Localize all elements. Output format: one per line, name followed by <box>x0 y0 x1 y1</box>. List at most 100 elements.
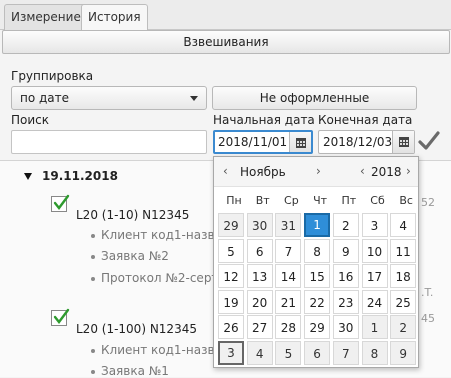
record-checkbox[interactable] <box>51 308 70 326</box>
record-title[interactable]: L20 (1-100) N12345 <box>76 322 197 336</box>
next-month-icon[interactable]: › <box>316 164 321 178</box>
weekday-header: Пн Вт Ср Чт Пт Сб Вс <box>217 191 417 211</box>
weekday-label: Сб <box>370 194 385 207</box>
calendar-day[interactable]: 20 <box>246 289 273 314</box>
grouping-label: Группировка <box>11 69 94 83</box>
chevron-down-icon <box>190 96 198 101</box>
weekday-label: Чт <box>313 194 328 207</box>
bullet-icon <box>91 276 95 281</box>
grouping-select[interactable]: по дате <box>11 86 207 110</box>
date-picker-header: ‹ Ноябрь › ‹ 2018 › <box>214 157 418 187</box>
calendar-day[interactable]: 10 <box>361 238 388 263</box>
calendar-day[interactable]: 30 <box>246 213 273 237</box>
apply-check-icon[interactable] <box>418 131 440 151</box>
calendar-day[interactable]: 5 <box>275 340 302 365</box>
tab-measurement[interactable]: Измерение <box>4 4 88 30</box>
calendar-day[interactable]: 21 <box>275 289 302 314</box>
record-title[interactable]: L20 (1-10) N12345 <box>76 208 189 222</box>
record-detail-text: Заявка №2 <box>101 249 169 263</box>
date-picker-popup: ‹ Ноябрь › ‹ 2018 › Пн Вт Ср Чт Пт Сб Вс 29 30 3… <box>213 156 419 368</box>
calendar-day[interactable]: 6 <box>304 340 331 365</box>
calendar-day[interactable]: 16 <box>332 264 359 288</box>
calendar-day[interactable]: 22 <box>304 289 331 314</box>
calendar-day[interactable]: 9 <box>332 238 359 263</box>
tab-history[interactable]: История <box>81 4 148 31</box>
group-date: 19.11.2018 <box>42 169 118 183</box>
calendar-day[interactable]: 29 <box>304 315 331 339</box>
truncated-text: 52 <box>421 196 435 209</box>
calendar-day[interactable]: 25 <box>390 289 417 314</box>
calendar-day[interactable]: 3 <box>361 213 388 237</box>
calendar-day[interactable]: 6 <box>246 238 273 263</box>
next-year-icon[interactable]: › <box>406 164 411 178</box>
checkmark-icon <box>53 194 70 210</box>
tab-bar: Измерение История <box>0 0 451 31</box>
calendar-day[interactable]: 31 <box>275 213 302 237</box>
calendar-day[interactable]: 17 <box>361 264 388 288</box>
calendar-day[interactable]: 2 <box>332 213 359 237</box>
calendar-day[interactable]: 30 <box>332 315 359 339</box>
calendar-day[interactable]: 23 <box>332 289 359 314</box>
end-date-picker-button[interactable] <box>392 131 414 153</box>
calendar-day[interactable]: 15 <box>304 264 331 288</box>
calendar-day[interactable]: 1 <box>361 315 388 339</box>
start-date-field[interactable]: 2018/11/01 <box>213 130 313 154</box>
calendar-day[interactable]: 18 <box>390 264 417 288</box>
calendar-day[interactable]: 8 <box>304 238 331 263</box>
calendar-icon <box>296 138 306 148</box>
calendar-day[interactable]: 3 <box>218 340 244 365</box>
calendar-day[interactable]: 14 <box>275 264 302 288</box>
calendar-day[interactable]: 1 <box>304 213 331 237</box>
calendar-day[interactable]: 8 <box>361 340 388 365</box>
calendar-day[interactable]: 19 <box>218 289 244 314</box>
search-input[interactable] <box>11 130 207 154</box>
record-checkbox[interactable] <box>51 194 70 212</box>
weekday-label: Пт <box>341 194 357 207</box>
calendar-day[interactable]: 26 <box>218 315 244 339</box>
record-detail-text: Заявка №1 <box>101 364 169 378</box>
bullet-icon <box>91 233 95 238</box>
record-detail: Протокол №2-серт2 <box>91 271 226 285</box>
calendar-day[interactable]: 27 <box>246 315 273 339</box>
end-date-value: 2018/12/03 <box>323 135 393 149</box>
start-date-label: Начальная дата <box>213 113 315 127</box>
calendar-day[interactable]: 7 <box>275 238 302 263</box>
record-detail: Заявка №1 <box>91 364 169 378</box>
search-label: Поиск <box>11 113 50 127</box>
truncated-text: 45 <box>421 312 435 325</box>
weekday-label: Вт <box>255 194 270 207</box>
calendar-day[interactable]: 9 <box>390 340 417 365</box>
calendar-day[interactable]: 28 <box>275 315 302 339</box>
record-detail-text: Протокол №2-серт2 <box>101 271 227 285</box>
end-date-field[interactable]: 2018/12/03 <box>318 130 415 154</box>
calendar-day[interactable]: 5 <box>218 238 244 263</box>
prev-month-icon[interactable]: ‹ <box>223 164 228 178</box>
calendar-day[interactable]: 2 <box>390 315 417 339</box>
record-detail: Заявка №2 <box>91 249 169 263</box>
checkmark-icon <box>53 308 70 324</box>
year-label: 2018 <box>371 165 402 179</box>
bullet-icon <box>91 369 95 374</box>
end-date-label: Конечная дата <box>318 113 413 127</box>
weighings-button[interactable]: Взвешивания <box>2 30 450 54</box>
calendar-day[interactable]: 4 <box>246 340 273 365</box>
calendar-day[interactable]: 12 <box>218 264 244 288</box>
calendar-day[interactable]: 4 <box>390 213 417 237</box>
weekday-label: Пн <box>226 194 242 207</box>
prev-year-icon[interactable]: ‹ <box>360 164 365 178</box>
unformed-button[interactable]: Не оформленные <box>212 86 417 110</box>
calendar-day[interactable]: 13 <box>246 264 273 288</box>
calendar-day[interactable]: 7 <box>332 340 359 365</box>
calendar-icon <box>399 137 409 147</box>
calendar-day[interactable]: 24 <box>361 289 388 314</box>
truncated-text: .T. <box>421 286 434 299</box>
calendar-day[interactable]: 11 <box>390 238 417 263</box>
month-label: Ноябрь <box>240 165 286 179</box>
weekday-label: Вс <box>399 194 413 207</box>
expand-triangle-icon[interactable] <box>24 173 32 180</box>
start-date-value: 2018/11/01 <box>218 135 288 149</box>
start-date-picker-button[interactable] <box>289 132 311 152</box>
bullet-icon <box>91 254 95 259</box>
bullet-icon <box>91 348 95 353</box>
calendar-day[interactable]: 29 <box>218 213 244 237</box>
